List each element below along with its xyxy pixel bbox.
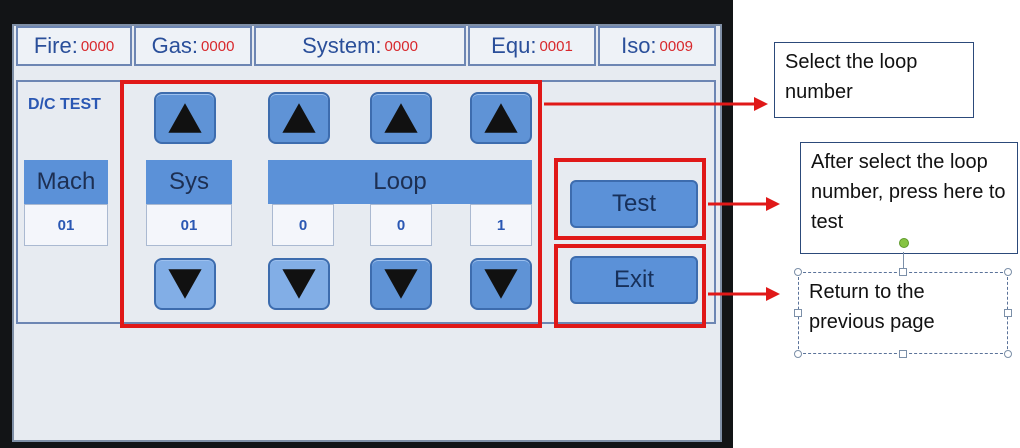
test-highlight [554, 158, 706, 240]
resize-handle-right[interactable] [1004, 309, 1012, 317]
status-fire-label: Fire: [33, 33, 78, 58]
arrow-head-test-callout [766, 197, 780, 211]
status-equ-label: Equ: [491, 33, 537, 58]
status-gas: Gas: 0000 [134, 26, 252, 66]
status-system: System: 0000 [254, 26, 466, 66]
panel-right-border [714, 80, 716, 324]
mach-value: 01 [24, 204, 108, 246]
resize-handle-bottom-right[interactable] [1004, 350, 1012, 358]
panel-left-border [16, 80, 18, 324]
arrow-head-select-loop [754, 97, 768, 111]
status-system-label: System: [302, 33, 382, 58]
resize-handle-left[interactable] [794, 309, 802, 317]
status-equ: Equ: 0001 [468, 26, 596, 66]
resize-handle-top-right[interactable] [1004, 268, 1012, 276]
resize-handle-top-left[interactable] [794, 268, 802, 276]
status-equ-value: 0001 [539, 37, 573, 55]
arrow-head-exit-callout [766, 287, 780, 301]
status-system-value: 0000 [384, 37, 418, 55]
status-fire: Fire: 0000 [16, 26, 132, 66]
status-gas-label: Gas: [151, 33, 199, 58]
status-fire-value: 0000 [80, 37, 115, 55]
callout-return-previous: Return to the previous page [798, 272, 1008, 354]
callout-select-loop: Select the loop number [774, 42, 974, 118]
status-iso-label: Iso: [621, 33, 657, 58]
status-iso-value: 0009 [659, 37, 693, 55]
status-iso: Iso: 0009 [598, 26, 716, 66]
resize-handle-top[interactable] [899, 268, 907, 276]
loop-select-highlight [120, 80, 542, 328]
resize-handle-bottom[interactable] [899, 350, 907, 358]
mach-header: Mach [24, 160, 108, 204]
status-gas-value: 0000 [201, 37, 235, 55]
resize-handle-bottom-left[interactable] [794, 350, 802, 358]
exit-highlight [554, 244, 706, 328]
page-title: D/C TEST [28, 96, 101, 113]
rotate-handle[interactable] [899, 238, 909, 248]
callout-after-select: After select the loop number, press here… [800, 142, 1018, 254]
